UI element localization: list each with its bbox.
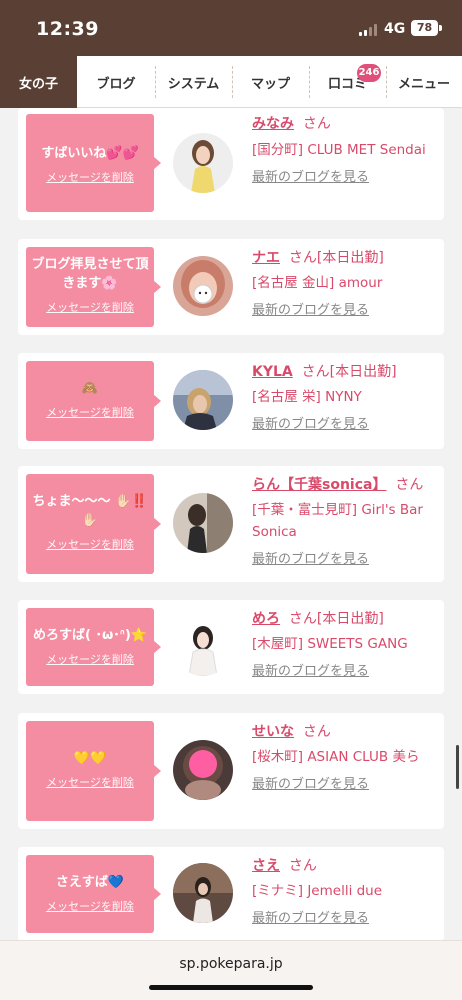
name-line: せいな さん <box>252 721 440 743</box>
name-line: ナエ さん[本日出勤] <box>252 247 440 269</box>
message-text: 💛💛 <box>73 751 107 766</box>
message-bubble: 💛💛 メッセージを削除 <box>26 721 161 821</box>
girl-name-link[interactable]: せいな <box>252 724 294 740</box>
attendance-status: [本日出勤] <box>329 364 397 380</box>
list-item: 💛💛 メッセージを削除 せいな さん [桜木町] ASIAN CLUB 美ら 最… <box>18 713 444 829</box>
message-text: すばいいね💕💕 <box>41 146 139 161</box>
battery-icon: 78 <box>411 20 438 36</box>
list-item: ちょま〜〜〜 ✋🏻‼️✋🏻 メッセージを削除 らん【千葉sonica】 さん [… <box>18 466 444 582</box>
tab-blog[interactable]: ブログ <box>77 56 155 108</box>
avatar[interactable] <box>173 863 233 923</box>
delete-message-link[interactable]: メッセージを削除 <box>26 404 154 420</box>
shop-name: [名古屋 金山] amour <box>252 275 383 291</box>
delete-message-link[interactable]: メッセージを削除 <box>26 651 154 667</box>
latest-blog-link[interactable]: 最新のブログを見る <box>252 413 369 432</box>
girl-info: めろ さん[本日出勤] [木屋町] SWEETS GANG 最新のブログを見る <box>252 608 440 679</box>
name-line: KYLA さん[本日出勤] <box>252 361 440 383</box>
list-item: めろすば( ･ω･ᐢ)⭐ メッセージを削除 めろ さん[本日出勤] [木屋町] … <box>18 600 444 694</box>
latest-blog-link[interactable]: 最新のブログを見る <box>252 773 369 792</box>
message-bubble: ちょま〜〜〜 ✋🏻‼️✋🏻 メッセージを削除 <box>26 474 161 574</box>
latest-blog-link[interactable]: 最新のブログを見る <box>252 660 369 679</box>
shop-name: [国分町] CLUB MET Sendai <box>252 142 426 158</box>
delete-message-link[interactable]: メッセージを削除 <box>26 898 154 914</box>
tab-system[interactable]: システム <box>155 56 232 108</box>
girl-name-link[interactable]: さえ <box>252 858 280 874</box>
girl-info: ナエ さん[本日出勤] [名古屋 金山] amour 最新のブログを見る <box>252 247 440 318</box>
message-text: ブログ拝見させて頂きます🌸 <box>31 257 149 291</box>
message-bubble: 🙈 メッセージを削除 <box>26 361 161 441</box>
delete-message-link[interactable]: メッセージを削除 <box>26 299 154 315</box>
delete-message-link[interactable]: メッセージを削除 <box>26 774 154 790</box>
girl-name-link[interactable]: らん【千葉sonica】 <box>252 477 386 493</box>
avatar[interactable] <box>173 133 233 193</box>
list-item: 🙈 メッセージを削除 KYLA さん[本日出勤] [名古屋 栄] NYNY 最新… <box>18 353 444 449</box>
honorific: さん <box>288 611 317 627</box>
shop-name: [木屋町] SWEETS GANG <box>252 636 408 652</box>
girl-info: せいな さん [桜木町] ASIAN CLUB 美ら 最新のブログを見る <box>252 721 440 792</box>
attendance-status: [本日出勤] <box>316 611 384 627</box>
message-bubble: めろすば( ･ω･ᐢ)⭐ メッセージを削除 <box>26 608 161 686</box>
attendance-status: [本日出勤] <box>316 250 384 266</box>
network-label: 4G <box>384 21 406 37</box>
name-line: みなみ さん <box>252 113 440 135</box>
message-text: めろすば( ･ω･ᐢ)⭐ <box>32 628 148 643</box>
honorific: さん <box>302 724 331 740</box>
message-text: 🙈 <box>81 381 99 396</box>
girl-name-link[interactable]: KYLA <box>252 364 293 380</box>
message-bubble: さえすば💙 メッセージを削除 <box>26 855 161 933</box>
list-item: すばいいね💕💕 メッセージを削除 みなみ さん [国分町] CLUB MET S… <box>18 108 444 220</box>
shop-name: [千葉・富士見町] Girl's Bar Sonica <box>252 502 423 540</box>
scrollbar[interactable] <box>456 745 459 789</box>
status-bar: 12:39 4G 78 <box>0 0 462 56</box>
category-nav: 女の子 ブログ システム マップ 口コミ 246 メニュー <box>0 56 462 108</box>
tab-menu[interactable]: メニュー <box>386 56 462 108</box>
honorific: さん <box>302 116 331 132</box>
latest-blog-link[interactable]: 最新のブログを見る <box>252 299 369 318</box>
message-bubble: すばいいね💕💕 メッセージを削除 <box>26 114 161 212</box>
shop-name: [名古屋 栄] NYNY <box>252 389 362 405</box>
delete-message-link[interactable]: メッセージを削除 <box>26 169 154 185</box>
avatar[interactable] <box>173 493 233 553</box>
girl-name-link[interactable]: めろ <box>252 611 280 627</box>
honorific: さん <box>395 477 424 493</box>
girl-info: らん【千葉sonica】 さん [千葉・富士見町] Girl's Bar Son… <box>252 474 442 567</box>
girl-name-link[interactable]: ナエ <box>252 250 280 266</box>
girl-name-link[interactable]: みなみ <box>252 116 294 132</box>
home-indicator[interactable] <box>149 985 313 990</box>
name-line: さえ さん <box>252 855 440 877</box>
delete-message-link[interactable]: メッセージを削除 <box>26 536 154 552</box>
avatar[interactable] <box>173 616 233 676</box>
message-bubble: ブログ拝見させて頂きます🌸 メッセージを削除 <box>26 247 161 327</box>
reviews-count-badge: 246 <box>357 64 381 82</box>
message-text: ちょま〜〜〜 ✋🏻‼️✋🏻 <box>32 494 148 528</box>
girl-info: さえ さん [ミナミ] Jemelli due 最新のブログを見る <box>252 855 440 926</box>
signal-icon <box>359 24 379 36</box>
girl-info: みなみ さん [国分町] CLUB MET Sendai 最新のブログを見る <box>252 113 440 185</box>
name-line: めろ さん[本日出勤] <box>252 608 440 630</box>
shop-name: [ミナミ] Jemelli due <box>252 883 383 899</box>
honorific: さん <box>288 858 317 874</box>
message-list: すばいいね💕💕 メッセージを削除 みなみ さん [国分町] CLUB MET S… <box>0 108 462 940</box>
url-text[interactable]: sp.pokepara.jp <box>0 956 462 972</box>
girl-info: KYLA さん[本日出勤] [名古屋 栄] NYNY 最新のブログを見る <box>252 361 440 432</box>
tab-map[interactable]: マップ <box>232 56 309 108</box>
avatar[interactable] <box>173 256 233 316</box>
browser-address-bar[interactable]: sp.pokepara.jp <box>0 940 462 1000</box>
status-time: 12:39 <box>36 18 99 40</box>
latest-blog-link[interactable]: 最新のブログを見る <box>252 907 369 926</box>
tab-girls[interactable]: 女の子 <box>0 56 77 108</box>
list-item: さえすば💙 メッセージを削除 さえ さん [ミナミ] Jemelli due 最… <box>18 847 444 940</box>
latest-blog-link[interactable]: 最新のブログを見る <box>252 166 369 185</box>
shop-name: [桜木町] ASIAN CLUB 美ら <box>252 749 420 765</box>
latest-blog-link[interactable]: 最新のブログを見る <box>252 548 369 567</box>
name-line: らん【千葉sonica】 さん <box>252 474 442 496</box>
list-item: ブログ拝見させて頂きます🌸 メッセージを削除 ナエ さん[本日出勤] [名古屋 … <box>18 239 444 335</box>
honorific: さん <box>301 364 330 380</box>
battery-tip <box>439 25 442 31</box>
message-text: さえすば💙 <box>55 875 125 890</box>
honorific: さん <box>288 250 317 266</box>
avatar[interactable] <box>173 370 233 430</box>
avatar[interactable] <box>173 740 233 800</box>
